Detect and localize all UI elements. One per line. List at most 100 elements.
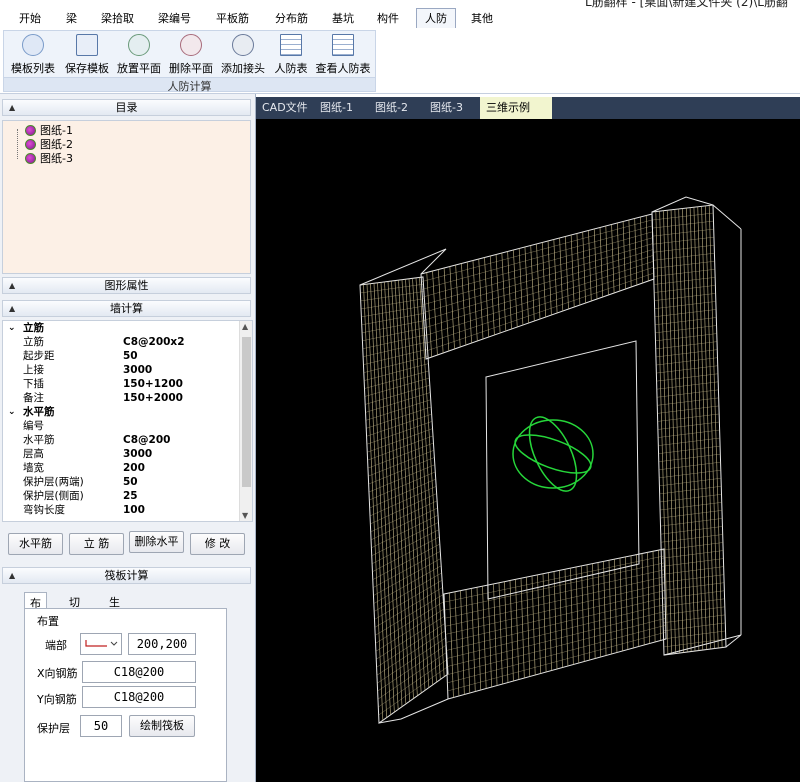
top-beam-vertical-bar bbox=[489, 255, 495, 336]
menu-item-dist-rebar[interactable]: 分布筋 bbox=[275, 10, 308, 26]
top-beam-horizontal-bar bbox=[422, 237, 653, 306]
menu-item-beam-pick[interactable]: 梁拾取 bbox=[101, 10, 134, 26]
menu-item-civil-defense[interactable]: 人防 bbox=[416, 8, 456, 29]
left-column-horizontal-bar bbox=[378, 659, 448, 708]
property-category-horizontal-rebar[interactable]: ⌄ 水平筋 bbox=[3, 405, 239, 419]
tree-item-drawing-3[interactable]: 图纸-3 bbox=[25, 150, 73, 166]
x-rebar-label: X向钢筋 bbox=[37, 667, 78, 680]
top-beam-horizontal-bar bbox=[421, 225, 653, 290]
right-column-vertical-bar bbox=[701, 206, 715, 649]
collapse-icon[interactable]: ⌄ bbox=[8, 405, 16, 419]
property-row[interactable]: 起步距 50 bbox=[3, 349, 239, 363]
property-row[interactable]: 层高 3000 bbox=[3, 447, 239, 461]
top-beam-horizontal-bar bbox=[423, 243, 653, 313]
property-row[interactable]: 墙宽 200 bbox=[3, 461, 239, 475]
cover-input[interactable]: 50 bbox=[80, 715, 122, 737]
collapse-arrow-icon[interactable]: ▲ bbox=[9, 100, 15, 115]
ribbon-group-civil-defense: 模板列表 保存模板 放置平面 删除平面 添加接头 人防表 查看人防表 人防计算 bbox=[3, 30, 376, 93]
property-row[interactable]: 编号 bbox=[3, 419, 239, 433]
scrollbar-thumb[interactable] bbox=[242, 337, 251, 487]
right-column-vertical-bar bbox=[666, 210, 680, 654]
top-beam-vertical-bar bbox=[472, 260, 478, 342]
shape-props-header[interactable]: ▲ 图形属性 bbox=[2, 277, 251, 294]
draw-raft-button[interactable]: 绘制筏板 bbox=[129, 715, 195, 737]
property-row[interactable]: 备注 bbox=[3, 391, 239, 405]
collapse-arrow-icon[interactable]: ▲ bbox=[9, 568, 15, 583]
y-rebar-input[interactable]: C18@200 bbox=[82, 686, 196, 708]
view-civil-defense-table-button[interactable]: 查看人防表 bbox=[314, 34, 372, 78]
ribbon: 模板列表 保存模板 放置平面 删除平面 添加接头 人防表 查看人防表 人防计算 bbox=[0, 28, 800, 94]
top-beam-vertical-bar bbox=[559, 237, 564, 312]
save-template-button[interactable]: 保存模板 bbox=[62, 34, 112, 78]
right-column-vertical-bar bbox=[693, 207, 707, 650]
tab-drawing-1[interactable]: 图纸-1 bbox=[314, 97, 359, 119]
template-list-button[interactable]: 模板列表 bbox=[10, 34, 56, 78]
collapse-icon[interactable]: ⌄ bbox=[8, 321, 16, 335]
orbit-gizmo-ring bbox=[528, 416, 578, 492]
menu-item-component[interactable]: 构件 bbox=[377, 10, 399, 26]
top-beam-vertical-bar bbox=[622, 221, 626, 290]
layout-group-label: 布置 bbox=[37, 615, 59, 628]
modify-button[interactable]: 修 改 bbox=[190, 533, 245, 555]
collapse-arrow-icon[interactable]: ▲ bbox=[9, 301, 15, 316]
tab-3d-example[interactable]: 三维示例× bbox=[480, 97, 552, 136]
add-joint-button[interactable]: 添加接头 bbox=[218, 34, 268, 78]
bottom-beam-horizontal-bar bbox=[447, 624, 666, 684]
scroll-down-icon[interactable]: ▼ bbox=[242, 511, 248, 520]
top-beam-vertical-bar bbox=[565, 236, 569, 310]
tab-drawing-2[interactable]: 图纸-2 bbox=[369, 97, 414, 119]
ribbon-group-title: 人防计算 bbox=[4, 77, 375, 93]
property-row[interactable]: 立筋 C8@200x2 bbox=[3, 335, 239, 349]
civil-defense-table-button[interactable]: 人防表 bbox=[272, 34, 310, 78]
bottom-beam-horizontal-bar bbox=[445, 576, 665, 627]
delete-plane-button[interactable]: 删除平面 bbox=[166, 34, 216, 78]
tab-drawing-3[interactable]: 图纸-3 bbox=[424, 97, 469, 119]
top-beam-vertical-bar bbox=[437, 269, 444, 354]
top-beam-vertical-bar bbox=[518, 248, 524, 326]
menu-item-beam[interactable]: 梁 bbox=[66, 10, 77, 26]
collapse-arrow-icon[interactable]: ▲ bbox=[9, 278, 15, 293]
rebar-3d-model[interactable] bbox=[256, 119, 800, 782]
orbit-gizmo-ring bbox=[514, 434, 592, 474]
wall-calc-header[interactable]: ▲ 墙计算 bbox=[2, 300, 251, 317]
property-scrollbar[interactable]: ▲ ▼ bbox=[239, 321, 252, 521]
property-category-vertical-rebar[interactable]: ⌄ 立筋 bbox=[3, 321, 239, 335]
bottom-beam-horizontal-bar bbox=[445, 590, 665, 643]
top-beam-vertical-bar bbox=[640, 216, 643, 284]
right-column-vertical-bar bbox=[678, 208, 692, 652]
menu-item-slab-rebar[interactable]: 平板筋 bbox=[216, 10, 249, 26]
menu-item-start[interactable]: 开始 bbox=[19, 10, 41, 26]
top-beam-vertical-bar bbox=[432, 270, 438, 356]
vertical-rebar-button[interactable]: 立 筋 bbox=[69, 533, 124, 555]
scroll-up-icon[interactable]: ▲ bbox=[242, 322, 248, 331]
horizontal-rebar-button[interactable]: 水平筋 bbox=[8, 533, 63, 555]
property-row[interactable]: 保护层(两端) 50 bbox=[3, 475, 239, 489]
menu-item-beam-number[interactable]: 梁编号 bbox=[158, 10, 191, 26]
place-plane-button[interactable]: 放置平面 bbox=[114, 34, 164, 78]
property-row[interactable]: 保护层(侧面) 25 bbox=[3, 489, 239, 503]
property-row[interactable]: 上接 3000 bbox=[3, 363, 239, 377]
tab-cad-file[interactable]: CAD文件 bbox=[256, 97, 314, 119]
list-icon bbox=[22, 34, 44, 56]
delete-horizontal-button[interactable]: 删除水平 bbox=[129, 531, 184, 553]
end-style-dropdown[interactable] bbox=[80, 633, 122, 655]
drawing-icon bbox=[25, 124, 36, 136]
top-beam-vertical-bar bbox=[541, 242, 547, 318]
property-row[interactable]: 水平筋 C8@200 bbox=[3, 433, 239, 447]
bottom-beam-horizontal-bar bbox=[447, 631, 666, 692]
property-row[interactable]: 下插 150+1200 150+2000 bbox=[3, 377, 239, 404]
opening-outline bbox=[485, 340, 640, 600]
end-value-input[interactable]: 200,200 bbox=[128, 633, 196, 655]
top-beam-horizontal-bar bbox=[425, 266, 654, 344]
raft-calc-header[interactable]: ▲ 筏板计算 bbox=[2, 567, 251, 584]
top-beam-vertical-bar bbox=[553, 239, 558, 314]
right-column-vertical-bar bbox=[670, 209, 684, 653]
3d-viewport[interactable] bbox=[256, 119, 800, 782]
property-row[interactable]: 弯钩长度 100 bbox=[3, 503, 239, 517]
outer-edge-line bbox=[712, 204, 742, 230]
x-rebar-input[interactable]: C18@200 bbox=[82, 661, 196, 683]
top-beam-vertical-bar bbox=[547, 240, 552, 316]
menu-item-other[interactable]: 其他 bbox=[471, 10, 493, 26]
menu-item-pit[interactable]: 基坑 bbox=[332, 10, 354, 26]
catalog-header[interactable]: ▲ 目录 bbox=[2, 99, 251, 116]
